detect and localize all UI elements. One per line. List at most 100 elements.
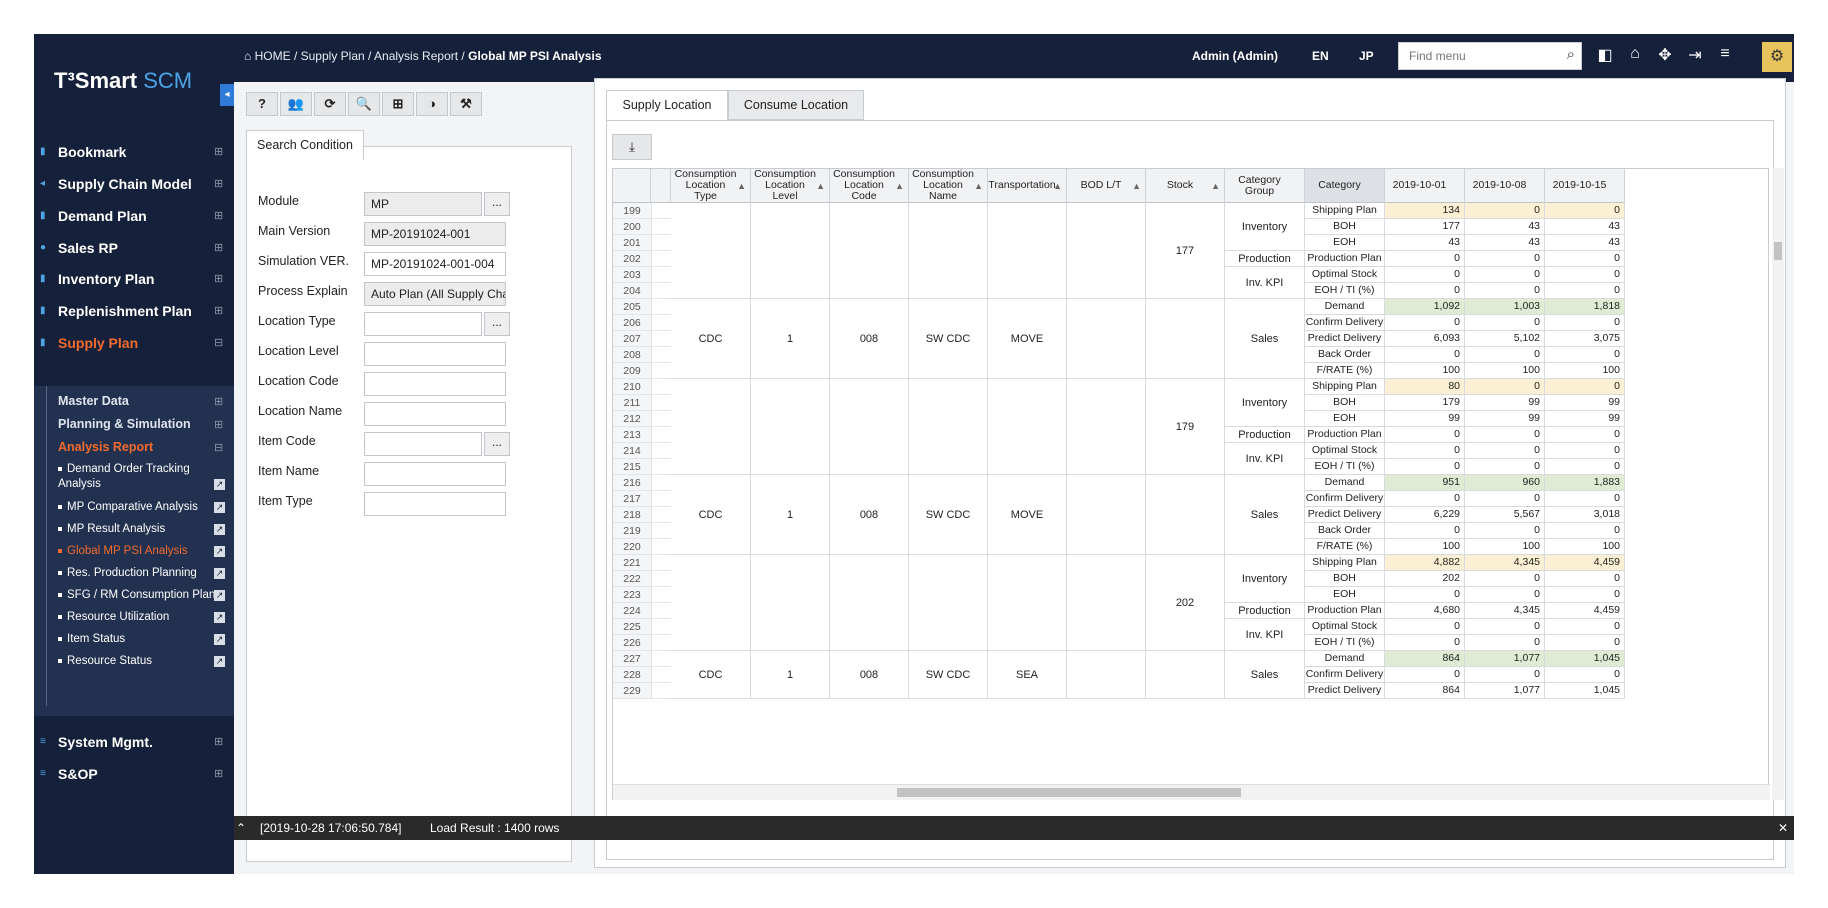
- sort-icon[interactable]: ▲: [1132, 181, 1141, 192]
- column-header[interactable]: 2019-10-01: [1385, 169, 1465, 203]
- value-cell[interactable]: 99: [1545, 395, 1625, 411]
- value-cell[interactable]: 43: [1465, 235, 1545, 251]
- column-header[interactable]: 2019-10-08: [1465, 169, 1545, 203]
- item-code-field[interactable]: [364, 432, 482, 456]
- row-checkbox[interactable]: [651, 539, 671, 555]
- value-cell[interactable]: 4,459: [1545, 603, 1625, 619]
- data-grid[interactable]: Consumption Location Type ▲ Consumption Lo…: [612, 168, 1769, 800]
- row-checkbox[interactable]: [651, 219, 671, 235]
- external-link-icon[interactable]: ↗: [214, 502, 225, 513]
- row-checkbox[interactable]: [651, 315, 671, 331]
- row-checkbox[interactable]: [651, 379, 671, 395]
- value-cell[interactable]: 99: [1465, 395, 1545, 411]
- row-checkbox[interactable]: [651, 491, 671, 507]
- external-link-icon[interactable]: ↗: [214, 546, 225, 557]
- value-cell[interactable]: 0: [1465, 251, 1545, 267]
- column-header[interactable]: Stock ▲: [1146, 169, 1225, 203]
- row-checkbox[interactable]: [651, 667, 671, 683]
- value-cell[interactable]: 202: [1385, 571, 1465, 587]
- value-cell[interactable]: 1,092: [1385, 299, 1465, 315]
- row-checkbox[interactable]: [651, 395, 671, 411]
- sidebar-leaf-resource-status[interactable]: Resource Status: [58, 654, 152, 669]
- value-cell[interactable]: 5,567: [1465, 507, 1545, 523]
- download-button[interactable]: ⤓: [612, 134, 652, 160]
- value-cell[interactable]: 0: [1545, 667, 1625, 683]
- add-button[interactable]: ⊞: [382, 92, 414, 116]
- row-checkbox[interactable]: [651, 363, 671, 379]
- row-checkbox[interactable]: [651, 571, 671, 587]
- status-expand-icon[interactable]: ⌃: [236, 816, 246, 840]
- row-checkbox[interactable]: [651, 683, 671, 699]
- column-header[interactable]: Consumption Location Type ▲: [671, 169, 751, 203]
- value-cell[interactable]: 100: [1465, 363, 1545, 379]
- row-checkbox[interactable]: [651, 555, 671, 571]
- help-button[interactable]: ?: [246, 92, 278, 116]
- value-cell[interactable]: 0: [1545, 283, 1625, 299]
- sidebar-leaf-sfg-rm[interactable]: SFG / RM Consumption Plan: [58, 588, 215, 603]
- breadcrumb-supply-plan[interactable]: Supply Plan: [301, 49, 365, 63]
- module-field[interactable]: MP: [364, 192, 482, 216]
- value-cell[interactable]: 0: [1465, 443, 1545, 459]
- value-cell[interactable]: 0: [1465, 635, 1545, 651]
- sidebar-item-planning-simulation[interactable]: Planning & Simulation: [58, 417, 191, 431]
- sidebar-collapse-button[interactable]: ◂: [220, 84, 234, 106]
- value-cell[interactable]: 0: [1385, 251, 1465, 267]
- external-link-icon[interactable]: ↗: [214, 612, 225, 623]
- contrast-button[interactable]: ◑: [416, 92, 448, 116]
- item-code-picker-button[interactable]: ...: [484, 432, 510, 456]
- row-checkbox[interactable]: [651, 635, 671, 651]
- row-checkbox[interactable]: [651, 203, 671, 219]
- value-cell[interactable]: 0: [1545, 203, 1625, 219]
- value-cell[interactable]: 1,077: [1465, 651, 1545, 667]
- users-button[interactable]: 👥: [280, 92, 312, 116]
- location-name-field[interactable]: [364, 402, 506, 426]
- column-header[interactable]: Consumption Location Level ▲: [751, 169, 830, 203]
- value-cell[interactable]: 1,818: [1545, 299, 1625, 315]
- value-cell[interactable]: 951: [1385, 475, 1465, 491]
- item-type-field[interactable]: [364, 492, 506, 516]
- value-cell[interactable]: 0: [1385, 283, 1465, 299]
- sort-icon[interactable]: ▲: [1211, 181, 1220, 192]
- value-cell[interactable]: 0: [1545, 459, 1625, 475]
- tab-supply-location-base[interactable]: Supply Location Base: [606, 90, 728, 140]
- value-cell[interactable]: 43: [1385, 235, 1465, 251]
- value-cell[interactable]: 4,680: [1385, 603, 1465, 619]
- horizontal-scrollbar[interactable]: [613, 784, 1770, 800]
- sidebar-item-inventory-plan[interactable]: ▮ Inventory Plan ⊞: [34, 261, 234, 297]
- row-checkbox[interactable]: [651, 587, 671, 603]
- home-icon[interactable]: ⌂: [1624, 45, 1646, 63]
- value-cell[interactable]: 0: [1385, 315, 1465, 331]
- value-cell[interactable]: 43: [1465, 219, 1545, 235]
- sidebar-leaf-global-mp-psi[interactable]: Global MP PSI Analysis: [58, 544, 188, 559]
- value-cell[interactable]: 0: [1545, 587, 1625, 603]
- value-cell[interactable]: 0: [1465, 379, 1545, 395]
- location-type-field[interactable]: [364, 312, 482, 336]
- sidebar-leaf-mp-comparative[interactable]: MP Comparative Analysis: [58, 500, 198, 515]
- external-link-icon[interactable]: ↗: [214, 479, 225, 490]
- value-cell[interactable]: 5,102: [1465, 331, 1545, 347]
- sidebar-item-supply-plan[interactable]: ▮ Supply Plan ⊟: [34, 325, 234, 361]
- scroll-thumb[interactable]: [897, 788, 1241, 797]
- value-cell[interactable]: 43: [1545, 219, 1625, 235]
- value-cell[interactable]: 0: [1465, 667, 1545, 683]
- value-cell[interactable]: 0: [1545, 315, 1625, 331]
- row-checkbox[interactable]: [651, 347, 671, 363]
- column-header[interactable]: Category: [1305, 169, 1385, 203]
- value-cell[interactable]: 4,345: [1465, 603, 1545, 619]
- sidebar-leaf-resource-utilization[interactable]: Resource Utilization: [58, 610, 169, 625]
- value-cell[interactable]: 80: [1385, 379, 1465, 395]
- main-version-field[interactable]: MP-20191024-001: [364, 222, 506, 246]
- lang-en-button[interactable]: EN: [1312, 49, 1329, 63]
- value-cell[interactable]: 179: [1385, 395, 1465, 411]
- row-checkbox[interactable]: [651, 235, 671, 251]
- value-cell[interactable]: 0: [1385, 491, 1465, 507]
- value-cell[interactable]: 0: [1545, 523, 1625, 539]
- sidebar-item-analysis-report[interactable]: Analysis Report: [58, 440, 153, 454]
- value-cell[interactable]: 0: [1465, 427, 1545, 443]
- search-icon[interactable]: ⌕: [1567, 46, 1575, 63]
- search-button[interactable]: 🔍: [348, 92, 380, 116]
- row-checkbox[interactable]: [651, 411, 671, 427]
- value-cell[interactable]: 0: [1545, 379, 1625, 395]
- menu-icon[interactable]: ≡: [1714, 45, 1736, 63]
- row-checkbox[interactable]: [651, 331, 671, 347]
